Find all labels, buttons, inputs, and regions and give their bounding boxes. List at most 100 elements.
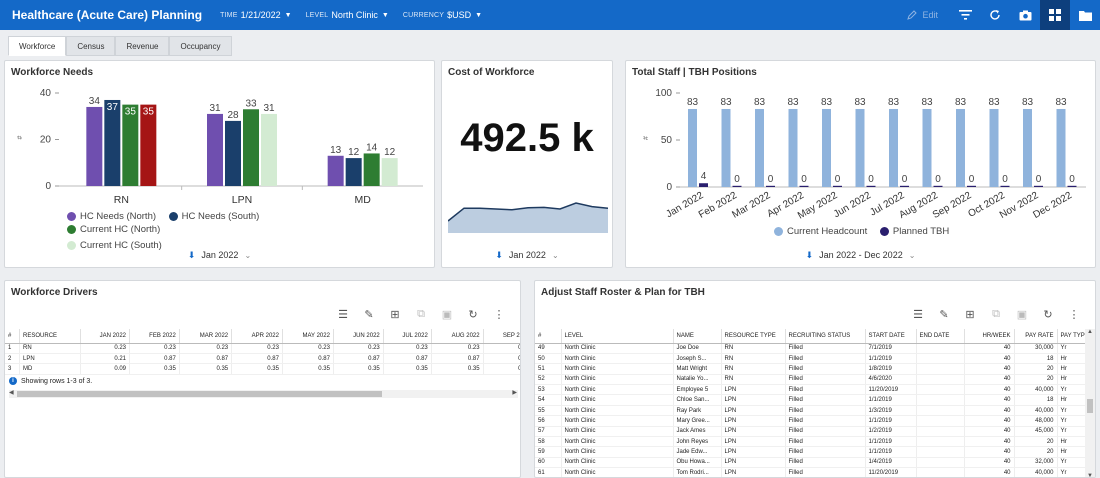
bar[interactable] xyxy=(833,185,842,187)
table-cell[interactable]: 1/8/2019 xyxy=(865,363,917,375)
column-header[interactable]: RESOURCE xyxy=(19,329,81,344)
table-cell[interactable]: Filled xyxy=(785,446,866,458)
table-cell[interactable]: 0.87 xyxy=(383,353,432,365)
table-cell[interactable] xyxy=(916,446,965,458)
add-row-button[interactable]: ⊞ xyxy=(957,305,983,323)
table-cell[interactable]: 58 xyxy=(535,436,562,448)
table-cell[interactable]: 45,000 xyxy=(1014,426,1058,438)
table-cell[interactable]: North Clinic xyxy=(561,394,674,406)
table-cell[interactable]: Filled xyxy=(785,363,866,375)
card-footer[interactable]: ⬇ Jan 2022 ⌄ xyxy=(5,250,434,261)
table-cell[interactable]: North Clinic xyxy=(561,363,674,375)
table-cell[interactable]: 40 xyxy=(964,436,1015,448)
table-cell[interactable]: 1/2/2019 xyxy=(865,426,917,438)
table-cell[interactable]: LPN xyxy=(721,415,786,427)
save-button[interactable]: ▣ xyxy=(434,305,460,323)
table-cell[interactable]: 0.87 xyxy=(333,353,384,365)
table-cell[interactable]: 50 xyxy=(535,353,562,365)
table-cell[interactable]: Filled xyxy=(785,467,866,477)
scroll-left-icon[interactable]: ◀ xyxy=(9,389,14,396)
table-cell[interactable]: Jade Edw... xyxy=(673,446,722,458)
scroll-up-icon[interactable]: ▲ xyxy=(1087,329,1093,335)
table-cell[interactable]: Filled xyxy=(785,436,866,448)
table-cell[interactable]: Chloe San... xyxy=(673,394,722,406)
table-cell[interactable]: John Reyes xyxy=(673,436,722,448)
table-cell[interactable]: 0.21 xyxy=(80,353,131,365)
table-cell[interactable]: 32,000 xyxy=(1014,457,1058,469)
column-header[interactable]: PAY TYPE xyxy=(1057,329,1085,344)
table-cell[interactable]: North Clinic xyxy=(561,467,674,477)
table-cell[interactable]: 51 xyxy=(535,363,562,375)
refresh-button[interactable]: ↻ xyxy=(1035,305,1061,323)
legend-item[interactable]: Current Headcount xyxy=(774,226,867,237)
table-cell[interactable]: North Clinic xyxy=(561,436,674,448)
table-row[interactable]: 60 North Clinic Obu Howa... LPN Filled 1/4/20… xyxy=(535,457,1085,469)
table-cell[interactable]: 0.35 xyxy=(431,363,484,375)
bar[interactable] xyxy=(1034,185,1043,187)
folder-button[interactable] xyxy=(1070,0,1100,30)
bar[interactable] xyxy=(345,158,362,186)
table-cell[interactable]: 49 xyxy=(535,343,562,354)
table-cell[interactable]: 20 xyxy=(1014,363,1058,375)
bar[interactable] xyxy=(688,108,697,187)
bar[interactable] xyxy=(261,113,277,186)
scroll-down-icon[interactable]: ▼ xyxy=(1087,473,1093,477)
table-cell[interactable]: Tom Rodri... xyxy=(673,467,722,477)
column-header[interactable]: RECRUITING STATUS xyxy=(785,329,866,344)
bar[interactable] xyxy=(922,108,932,187)
column-header[interactable]: MAR 2022 xyxy=(179,329,233,344)
bar[interactable] xyxy=(956,108,965,187)
edit-list-button[interactable]: ✎ xyxy=(931,305,957,323)
table-cell[interactable]: 40 xyxy=(964,457,1015,469)
table-cell[interactable]: Filled xyxy=(785,415,866,427)
table-cell[interactable]: 0.23 xyxy=(333,343,384,354)
table-cell[interactable] xyxy=(916,363,965,375)
table-row[interactable]: 57 North Clinic Jack Ames LPN Filled 1/2/2019… xyxy=(535,426,1085,438)
table-cell[interactable]: LPN xyxy=(721,394,786,406)
bar[interactable] xyxy=(788,108,798,187)
table-cell[interactable]: 3 xyxy=(5,363,21,375)
table-cell[interactable]: 0.23 xyxy=(231,343,283,354)
column-header[interactable]: # xyxy=(535,329,562,344)
more-button[interactable]: ⋮ xyxy=(1061,305,1087,323)
table-cell[interactable]: 40,000 xyxy=(1014,384,1058,396)
table-cell[interactable]: 53 xyxy=(535,384,562,396)
table-cell[interactable]: 11/20/2019 xyxy=(865,384,917,396)
table-cell[interactable]: North Clinic xyxy=(561,343,674,354)
table-cell[interactable]: 40,000 xyxy=(1014,467,1058,477)
column-header[interactable]: FEB 2022 xyxy=(129,329,180,344)
table-cell[interactable]: 0.87 xyxy=(129,353,180,365)
bar[interactable] xyxy=(381,158,398,186)
bar[interactable] xyxy=(967,185,976,187)
table-cell[interactable]: Mary Gree... xyxy=(673,415,722,427)
column-header[interactable]: START DATE xyxy=(865,329,917,344)
card-footer[interactable]: ⬇ Jan 2022 - Dec 2022 ⌄ xyxy=(626,250,1095,261)
more-button[interactable]: ⋮ xyxy=(486,305,512,323)
table-cell[interactable]: Hr xyxy=(1057,394,1085,406)
table-cell[interactable]: 0.35 xyxy=(483,363,520,375)
table-cell[interactable]: 30,000 xyxy=(1014,343,1058,354)
table-cell[interactable] xyxy=(916,426,965,438)
table-cell[interactable]: Natalie Yo... xyxy=(673,374,722,386)
table-cell[interactable]: LPN xyxy=(721,405,786,417)
column-header[interactable]: AUG 2022 xyxy=(431,329,484,344)
table-cell[interactable]: Hr xyxy=(1057,363,1085,375)
table-cell[interactable]: 18 xyxy=(1014,394,1058,406)
table-cell[interactable]: 40 xyxy=(964,353,1015,365)
table-cell[interactable]: North Clinic xyxy=(561,426,674,438)
table-cell[interactable]: 0.35 xyxy=(383,363,432,375)
column-header[interactable]: JUL 2022 xyxy=(383,329,432,344)
table-cell[interactable]: 40 xyxy=(964,343,1015,354)
table-cell[interactable]: 0.87 xyxy=(483,353,520,365)
table-cell[interactable]: 1/1/2019 xyxy=(865,436,917,448)
table-cell[interactable]: LPN xyxy=(721,457,786,469)
table-cell[interactable]: 0.23 xyxy=(282,343,334,354)
table-cell[interactable]: 0.23 xyxy=(179,343,233,354)
table-cell[interactable]: 20 xyxy=(1014,374,1058,386)
refresh-button[interactable] xyxy=(980,0,1010,30)
table-cell[interactable]: Filled xyxy=(785,457,866,469)
bar[interactable] xyxy=(1000,185,1010,187)
column-header[interactable]: JUN 2022 xyxy=(333,329,384,344)
bar[interactable] xyxy=(866,185,876,187)
tab-revenue[interactable]: Revenue xyxy=(115,36,170,56)
